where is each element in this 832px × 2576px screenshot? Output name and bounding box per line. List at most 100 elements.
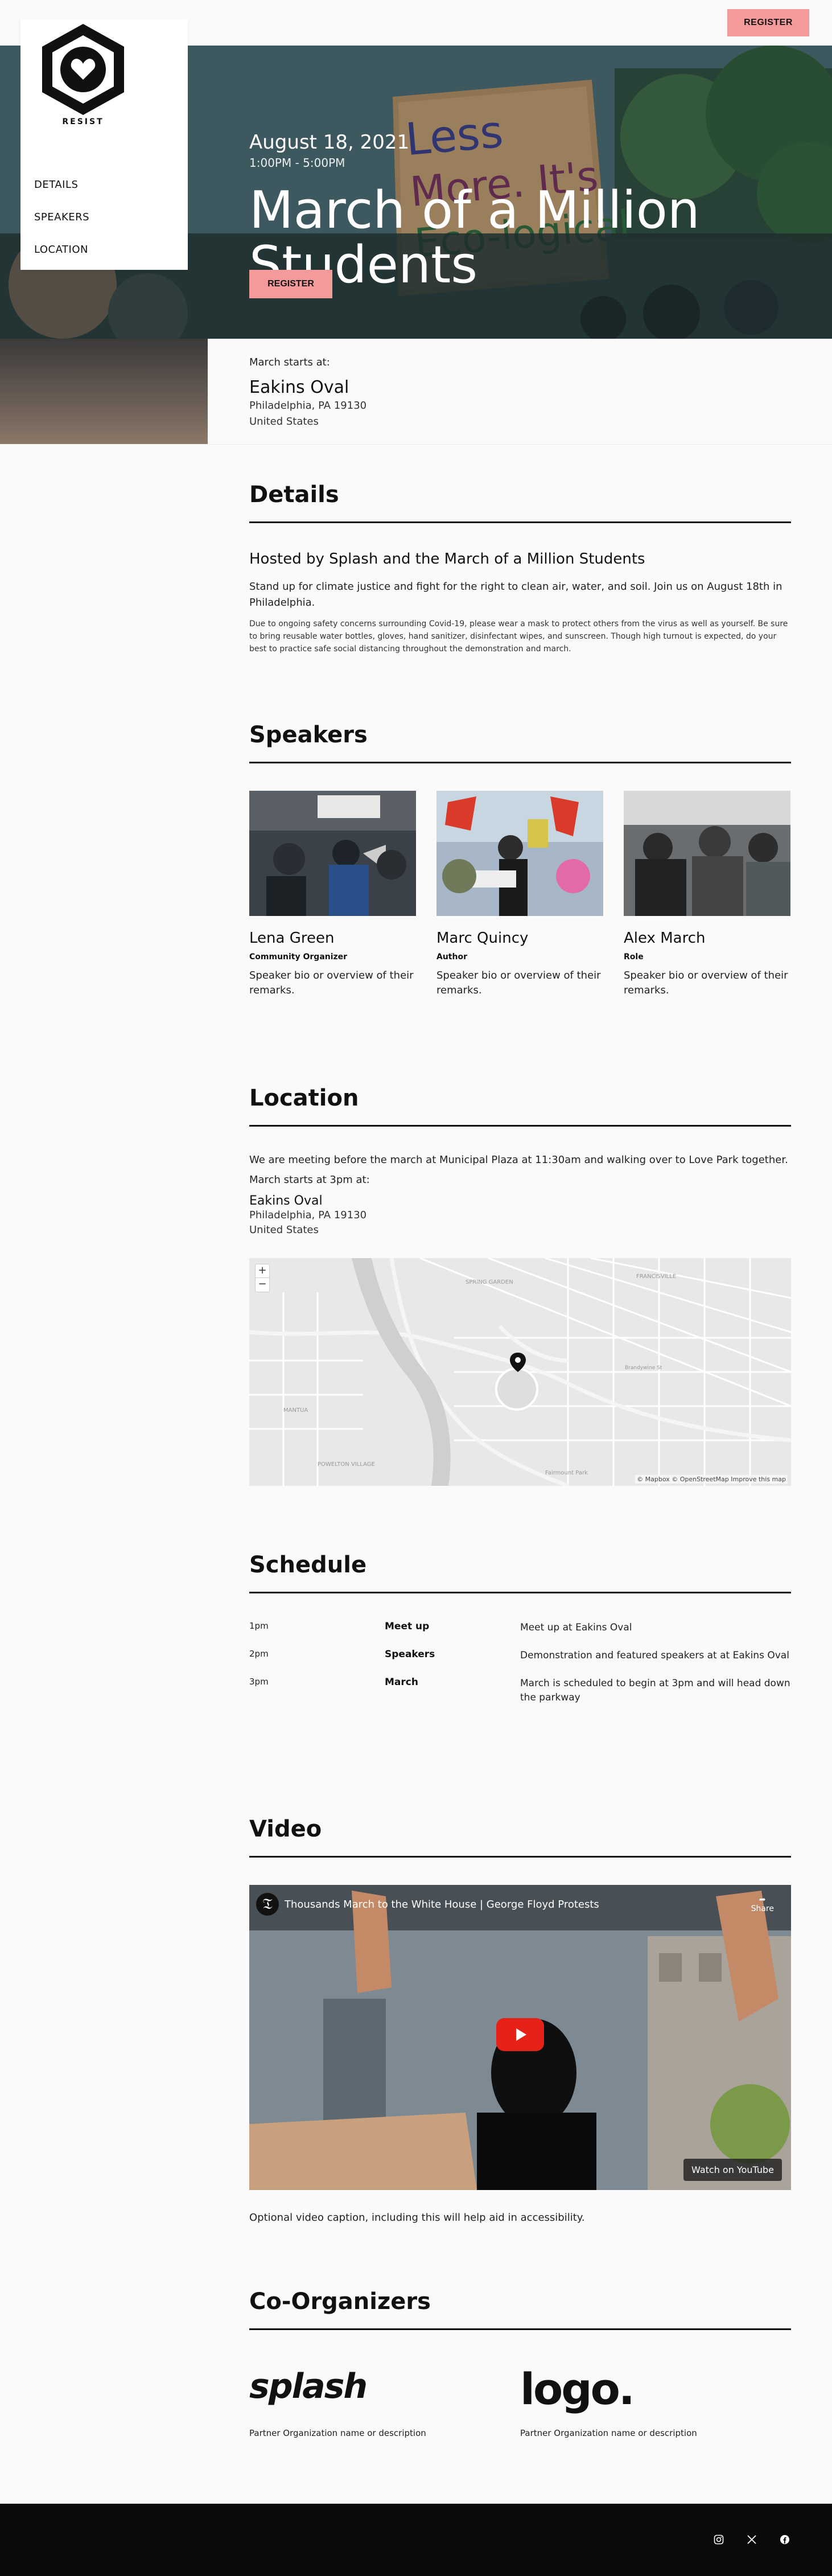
location-description: We are meeting before the march at Munic… <box>249 1154 788 1166</box>
svg-text:POWELTON VILLAGE: POWELTON VILLAGE <box>318 1461 375 1468</box>
map-attribution[interactable]: © Mapbox © OpenStreetMap Improve this ma… <box>635 1475 788 1484</box>
partner-description: Partner Organization name or description <box>520 2428 697 2438</box>
coorganizers-title: Co-Organizers <box>249 2289 791 2330</box>
schedule-title: Schedule <box>249 1552 791 1593</box>
coorganizer-item: logo. Partner Organization name or descr… <box>520 2367 791 2439</box>
share-icon: ➦ <box>759 1895 766 1904</box>
schedule-event: Speakers <box>385 1649 435 1660</box>
details-section: Details Hosted by Splash and the March o… <box>249 482 791 655</box>
details-subtitle: Hosted by Splash and the March of a Mill… <box>249 550 645 568</box>
nav-location[interactable]: LOCATION <box>34 244 89 256</box>
schedule-event: Meet up <box>385 1621 430 1632</box>
svg-text:SPRING GARDEN: SPRING GARDEN <box>466 1279 513 1285</box>
details-safety-note: Due to ongoing safety concerns surroundi… <box>249 619 788 654</box>
schedule-row: 1pm Meet up Meet up at Eakins Oval <box>249 1621 791 1635</box>
speaker-photo <box>624 791 790 916</box>
location-section: Location We are meeting before the march… <box>249 1085 791 1486</box>
speaker-photo <box>249 791 416 916</box>
speakers-title: Speakers <box>249 722 791 763</box>
video-section: Video 𝔗 Thousands March to the White Hou… <box>249 1816 791 2224</box>
map-tiles[interactable]: SPRING GARDEN FRANCISVILLE Brandywine St… <box>249 1258 791 1486</box>
side-nav: DETAILS SPEAKERS LOCATION <box>34 179 89 276</box>
play-button[interactable] <box>496 2018 544 2051</box>
svg-text:MANTUA: MANTUA <box>283 1407 308 1414</box>
speaker-bio: Speaker bio or overview of their remarks… <box>436 969 601 996</box>
svg-text:Fairmount Park: Fairmount Park <box>545 1470 588 1476</box>
schedule-time: 2pm <box>249 1649 269 1659</box>
divider <box>208 444 832 445</box>
coorganizer-item: splash Partner Organization name or desc… <box>249 2367 520 2438</box>
venue-label: March starts at: <box>249 356 330 368</box>
event-time: 1:00PM - 5:00PM <box>249 156 345 170</box>
venue-name: Eakins Oval <box>249 377 349 397</box>
schedule-description: Demonstration and featured speakers at a… <box>520 1650 789 1661</box>
video-player-title[interactable]: Thousands March to the White House | Geo… <box>285 1899 599 1911</box>
venue-address-line1: Philadelphia, PA 19130 <box>249 400 367 412</box>
schedule-description: Meet up at Eakins Oval <box>520 1622 632 1633</box>
x-twitter-icon[interactable] <box>745 2533 758 2546</box>
venue-summary: March starts at: Eakins Oval Philadelphi… <box>249 356 791 429</box>
video-player[interactable]: 𝔗 Thousands March to the White House | G… <box>249 1885 791 2190</box>
zoom-out-button[interactable]: − <box>256 1278 269 1292</box>
map[interactable]: SPRING GARDEN FRANCISVILLE Brandywine St… <box>249 1258 791 1486</box>
resist-logo-icon[interactable] <box>33 19 133 131</box>
venue-address-line2: United States <box>249 416 319 428</box>
hero-image-extension <box>0 339 208 444</box>
speaker-card: Alex March Role Speaker bio or overview … <box>624 791 790 998</box>
location-name: Eakins Oval <box>249 1194 323 1208</box>
share-label: Share <box>751 1904 774 1913</box>
video-caption: Optional video caption, including this w… <box>249 2212 585 2224</box>
event-date: August 18, 2021 <box>249 131 410 154</box>
facebook-icon[interactable] <box>779 2533 791 2546</box>
speaker-role: Role <box>624 952 644 962</box>
header-register-button[interactable]: REGISTER <box>727 9 809 36</box>
coorganizers-grid: splash Partner Organization name or desc… <box>249 2367 791 2439</box>
details-title: Details <box>249 482 791 523</box>
footer <box>0 2504 832 2576</box>
svg-text:FRANCISVILLE: FRANCISVILLE <box>636 1273 676 1280</box>
location-address-line1: Philadelphia, PA 19130 <box>249 1209 367 1221</box>
speaker-role: Community Organizer <box>249 952 348 962</box>
schedule-row: 2pm Speakers Demonstration and featured … <box>249 1649 791 1663</box>
svg-text:Brandywine St: Brandywine St <box>625 1365 662 1371</box>
schedule-description: March is scheduled to begin at 3pm and w… <box>520 1678 790 1703</box>
speaker-name: Lena Green <box>249 930 335 947</box>
share-button[interactable]: ➦ Share <box>751 1895 774 1913</box>
zoom-in-button[interactable]: + <box>256 1264 269 1278</box>
watch-on-youtube-button[interactable]: Watch on YouTube <box>683 2159 782 2181</box>
speaker-bio: Speaker bio or overview of their remarks… <box>624 969 788 996</box>
video-title: Video <box>249 1816 791 1858</box>
social-links <box>712 2533 791 2546</box>
partner-description: Partner Organization name or description <box>249 2428 426 2438</box>
schedule-time: 1pm <box>249 1621 269 1631</box>
coorganizers-section: Co-Organizers splash Partner Organizatio… <box>249 2289 791 2438</box>
location-title: Location <box>249 1085 791 1127</box>
speaker-photo <box>436 791 603 916</box>
sidebar: RESIST DETAILS SPEAKERS LOCATION <box>20 19 188 270</box>
speaker-grid: Lena Green Community Organizer Speaker b… <box>249 791 791 998</box>
channel-logo-icon[interactable]: 𝔗 <box>256 1893 279 1916</box>
partner-logo[interactable]: splash <box>249 2367 520 2414</box>
play-icon <box>516 2028 526 2041</box>
location-start-label: March starts at 3pm at: <box>249 1174 370 1186</box>
nav-speakers[interactable]: SPEAKERS <box>34 211 89 223</box>
hero-register-button[interactable]: REGISTER <box>249 270 332 298</box>
hero-text: August 18, 2021 1:00PM - 5:00PM March of… <box>249 131 739 293</box>
speaker-card: Lena Green Community Organizer Speaker b… <box>249 791 416 998</box>
speaker-role: Author <box>436 952 467 962</box>
partner-logo[interactable]: logo. <box>520 2367 791 2414</box>
speaker-card: Marc Quincy Author Speaker bio or overvi… <box>436 791 603 998</box>
map-zoom-controls: + − <box>255 1264 270 1292</box>
location-address-line2: United States <box>249 1224 319 1236</box>
speaker-name: Alex March <box>624 930 706 947</box>
schedule-section: Schedule 1pm Meet up Meet up at Eakins O… <box>249 1552 791 1705</box>
logo-text: RESIST <box>62 117 104 126</box>
speaker-name: Marc Quincy <box>436 930 529 947</box>
instagram-icon[interactable] <box>712 2533 725 2546</box>
schedule-row: 3pm March March is scheduled to begin at… <box>249 1677 791 1705</box>
speaker-bio: Speaker bio or overview of their remarks… <box>249 969 414 996</box>
schedule-time: 3pm <box>249 1677 269 1687</box>
details-intro: Stand up for climate justice and fight f… <box>249 581 782 609</box>
nav-details[interactable]: DETAILS <box>34 179 89 191</box>
speakers-section: Speakers Lena Green Community Organizer … <box>249 722 791 998</box>
